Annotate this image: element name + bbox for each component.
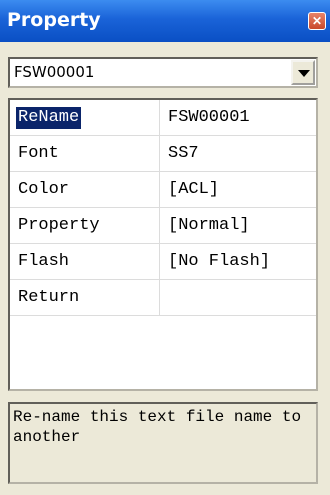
- property-key[interactable]: Return: [10, 280, 160, 315]
- property-key[interactable]: Property: [10, 208, 160, 243]
- property-value[interactable]: FSW00001: [160, 100, 316, 135]
- property-value[interactable]: SS7: [160, 136, 316, 171]
- property-key[interactable]: Color: [10, 172, 160, 207]
- property-row-color[interactable]: Color [ACL]: [10, 172, 316, 208]
- property-key[interactable]: Font: [10, 136, 160, 171]
- chevron-down-icon[interactable]: [291, 60, 315, 85]
- property-value[interactable]: [No Flash]: [160, 244, 316, 279]
- object-selector[interactable]: FSW00001: [8, 57, 318, 88]
- object-selector-value: FSW00001: [14, 63, 95, 81]
- property-row-property[interactable]: Property [Normal]: [10, 208, 316, 244]
- property-row-rename[interactable]: ReName FSW00001: [10, 100, 316, 136]
- property-value[interactable]: [ACL]: [160, 172, 316, 207]
- title-bar[interactable]: Property ✕: [0, 0, 330, 42]
- property-grid: ReName FSW00001 Font SS7 Color [ACL] Pro…: [8, 98, 318, 391]
- property-key-label: ReName: [16, 107, 82, 129]
- property-window: Property ✕ FSW00001 ReName FSW00001 Font…: [0, 0, 330, 495]
- window-title: Property: [7, 9, 101, 31]
- property-row-return[interactable]: Return: [10, 280, 316, 316]
- property-value[interactable]: [Normal]: [160, 208, 316, 243]
- close-icon[interactable]: ✕: [308, 12, 326, 30]
- property-key[interactable]: ReName: [10, 100, 160, 135]
- description-panel: Re-name this text file name to another: [8, 402, 318, 484]
- property-key[interactable]: Flash: [10, 244, 160, 279]
- property-row-font[interactable]: Font SS7: [10, 136, 316, 172]
- property-value[interactable]: [160, 280, 316, 315]
- description-text: Re-name this text file name to another: [13, 408, 302, 446]
- property-row-flash[interactable]: Flash [No Flash]: [10, 244, 316, 280]
